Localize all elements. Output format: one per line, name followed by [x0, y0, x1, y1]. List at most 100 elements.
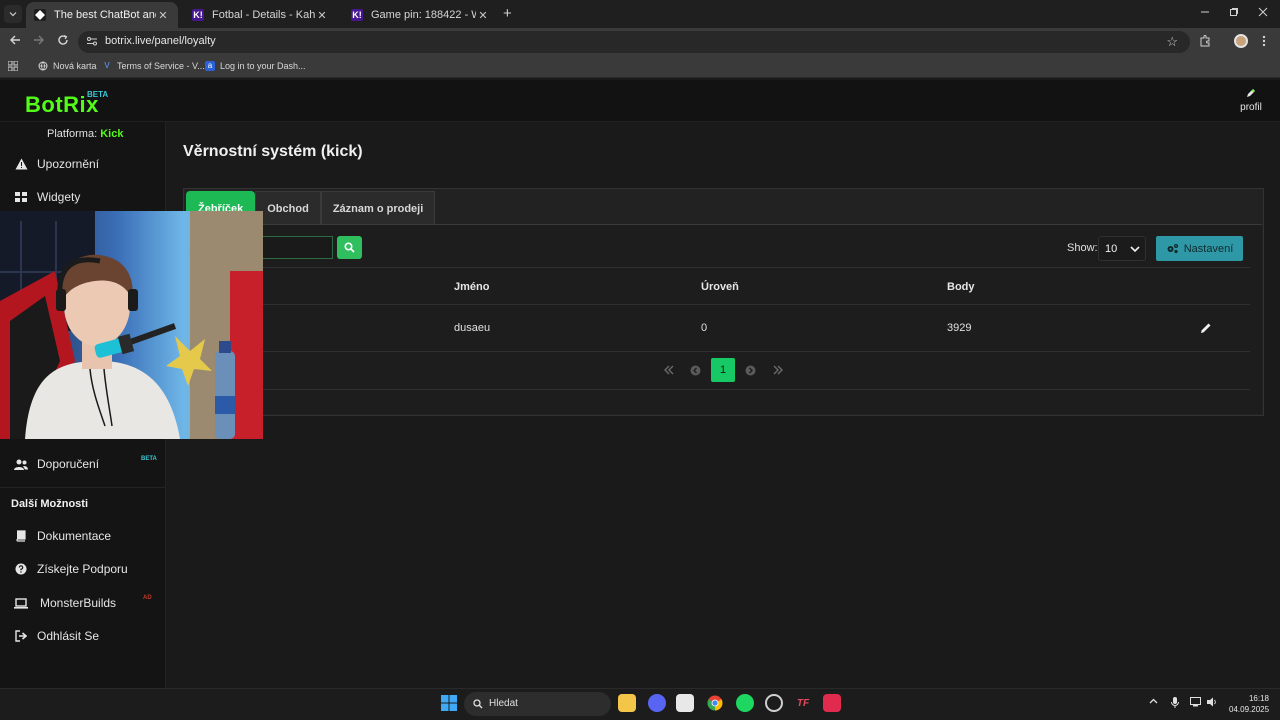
tab-zaznam-o-prodeji[interactable]: Záznam o prodeji: [320, 191, 436, 225]
sidebar-item-odhlasit[interactable]: Odhlásit Se: [0, 621, 166, 651]
screen: The best ChatBot and Widgets ✕ K! Fotbal…: [0, 0, 1280, 720]
book-icon: [14, 529, 28, 543]
table-divider: [186, 267, 1250, 268]
sidebar-item-label: Upozornění: [37, 157, 100, 171]
settings-button[interactable]: Nastavení: [1156, 236, 1243, 261]
table-divider: [186, 351, 1250, 352]
question-icon: [14, 562, 28, 576]
kahoot-favicon-icon: K!: [192, 9, 204, 21]
reload-icon: [58, 34, 68, 45]
page-button-current[interactable]: 1: [711, 358, 735, 382]
cell-level: 0: [701, 322, 708, 334]
forward-button[interactable]: [33, 34, 45, 49]
column-header-name[interactable]: Jméno: [454, 281, 489, 293]
next-page-button[interactable]: [745, 358, 756, 382]
sidebar-item-label: Widgety: [37, 190, 81, 204]
restore-button[interactable]: [1229, 6, 1239, 20]
sidebar-item-monsterbuilds[interactable]: MonsterBuilds: [0, 588, 166, 618]
tab-obchod[interactable]: Obchod: [255, 191, 321, 225]
chevron-left-circle-icon: [690, 365, 701, 375]
sidebar-item-doporuceni[interactable]: Doporučení: [0, 449, 166, 479]
tf-app-icon[interactable]: TF: [794, 694, 812, 712]
logout-icon: [14, 629, 28, 643]
sidebar-item-label: Odhlásit Se: [37, 629, 100, 643]
clock-time: 16:18: [1248, 694, 1269, 703]
microphone-icon[interactable]: [1171, 697, 1179, 711]
bookmarks-bar: Nová karta V Terms of Service - V... a L…: [0, 56, 1280, 78]
grid-icon: [14, 190, 28, 204]
page-size-select[interactable]: 10: [1098, 236, 1146, 261]
windows-logo-icon: [441, 695, 457, 711]
volume-icon[interactable]: [1207, 697, 1218, 710]
bookmark-terms-of-service[interactable]: V Terms of Service - V...: [102, 61, 205, 71]
close-icon[interactable]: ✕: [156, 9, 170, 22]
network-icon[interactable]: [1190, 697, 1201, 710]
profile-label: profil: [1240, 102, 1262, 113]
address-bar[interactable]: botrix.live/panel/loyalty ☆: [78, 31, 1190, 53]
profile-link[interactable]: profil: [1235, 88, 1267, 113]
taskbar-clock[interactable]: 16:18 04.09.2025: [1229, 693, 1269, 715]
browser-profile-avatar[interactable]: [1234, 34, 1248, 48]
browser-tab-kahoot-details[interactable]: K! Fotbal - Details - Kahoot! ✕: [184, 2, 337, 28]
bookmark-label: Terms of Service - V...: [117, 61, 205, 71]
last-page-button[interactable]: [772, 358, 784, 382]
tray-overflow-icon[interactable]: [1149, 697, 1158, 709]
bookmark-label: Log in to your Dash...: [220, 61, 306, 71]
column-header-points[interactable]: Body: [947, 281, 975, 293]
taskbar-search[interactable]: Hledat: [464, 692, 611, 716]
close-icon[interactable]: ✕: [315, 9, 329, 22]
bookmark-nova-karta[interactable]: Nová karta: [38, 61, 97, 71]
previous-page-button[interactable]: [690, 358, 701, 382]
minimize-button[interactable]: [1200, 6, 1210, 20]
close-icon[interactable]: ✕: [476, 9, 490, 22]
chevron-right-circle-icon: [745, 365, 756, 375]
warning-icon: [14, 157, 28, 171]
sidebar-item-widgety[interactable]: Widgety: [0, 182, 166, 212]
sidebar-item-podpora[interactable]: Získejte Podporu: [0, 554, 166, 584]
chevron-down-icon: [9, 12, 17, 17]
platform-indicator: Platforma: Kick: [47, 128, 123, 140]
sidebar-item-upozorneni[interactable]: Upozornění: [0, 149, 166, 179]
column-header-level[interactable]: Úroveň: [701, 281, 739, 293]
chevron-down-icon: [1129, 242, 1141, 260]
laptop-icon: [14, 596, 28, 610]
cell-points: 3929: [947, 322, 972, 334]
apps-grid-icon[interactable]: [8, 61, 18, 71]
site-info-icon[interactable]: [86, 35, 98, 50]
sidebar-item-label: MonsterBuilds: [40, 596, 117, 610]
spotify-icon[interactable]: [736, 694, 754, 712]
discord-icon[interactable]: [648, 694, 666, 712]
tab-search-button[interactable]: [4, 5, 22, 23]
back-button[interactable]: [9, 34, 21, 49]
browser-tab-kahoot-game[interactable]: K! Game pin: 188422 - Waiting fo ✕: [343, 2, 498, 28]
close-window-button[interactable]: [1258, 6, 1268, 20]
windows-taskbar: [0, 688, 1280, 720]
steam-icon[interactable]: [765, 694, 783, 712]
bookmark-log-in-dashboard[interactable]: a Log in to your Dash...: [205, 61, 306, 71]
webcam-overlay: [0, 211, 263, 439]
tiktok-icon[interactable]: [823, 694, 841, 712]
first-page-button[interactable]: [663, 358, 675, 382]
snipping-tool-icon[interactable]: [676, 694, 694, 712]
more-menu-icon[interactable]: [1262, 35, 1266, 50]
table-divider: [186, 389, 1250, 390]
sidebar-section-title: Další Možnosti: [11, 498, 89, 510]
bookmark-label: Nová karta: [53, 61, 97, 71]
search-button[interactable]: [337, 236, 362, 259]
sidebar-item-dokumentace[interactable]: Dokumentace: [0, 521, 166, 551]
double-chevron-right-icon: [773, 365, 783, 375]
reload-button[interactable]: [57, 34, 69, 49]
sidebar-item-label: Dokumentace: [37, 529, 112, 543]
pencil-icon[interactable]: [1200, 321, 1212, 339]
bookmark-star-icon[interactable]: ☆: [1166, 34, 1178, 50]
new-tab-button[interactable]: +: [503, 5, 512, 22]
extensions-icon[interactable]: [1199, 35, 1211, 50]
chrome-icon[interactable]: [706, 694, 724, 712]
file-explorer-icon[interactable]: [618, 694, 636, 712]
sidebar-divider: [0, 487, 166, 488]
start-button[interactable]: [440, 694, 458, 712]
taskbar-search-label: Hledat: [489, 698, 518, 709]
ad-badge: AD: [143, 595, 152, 601]
browser-tab-botrix[interactable]: The best ChatBot and Widgets ✕: [26, 2, 178, 28]
search-input[interactable]: [263, 236, 333, 259]
